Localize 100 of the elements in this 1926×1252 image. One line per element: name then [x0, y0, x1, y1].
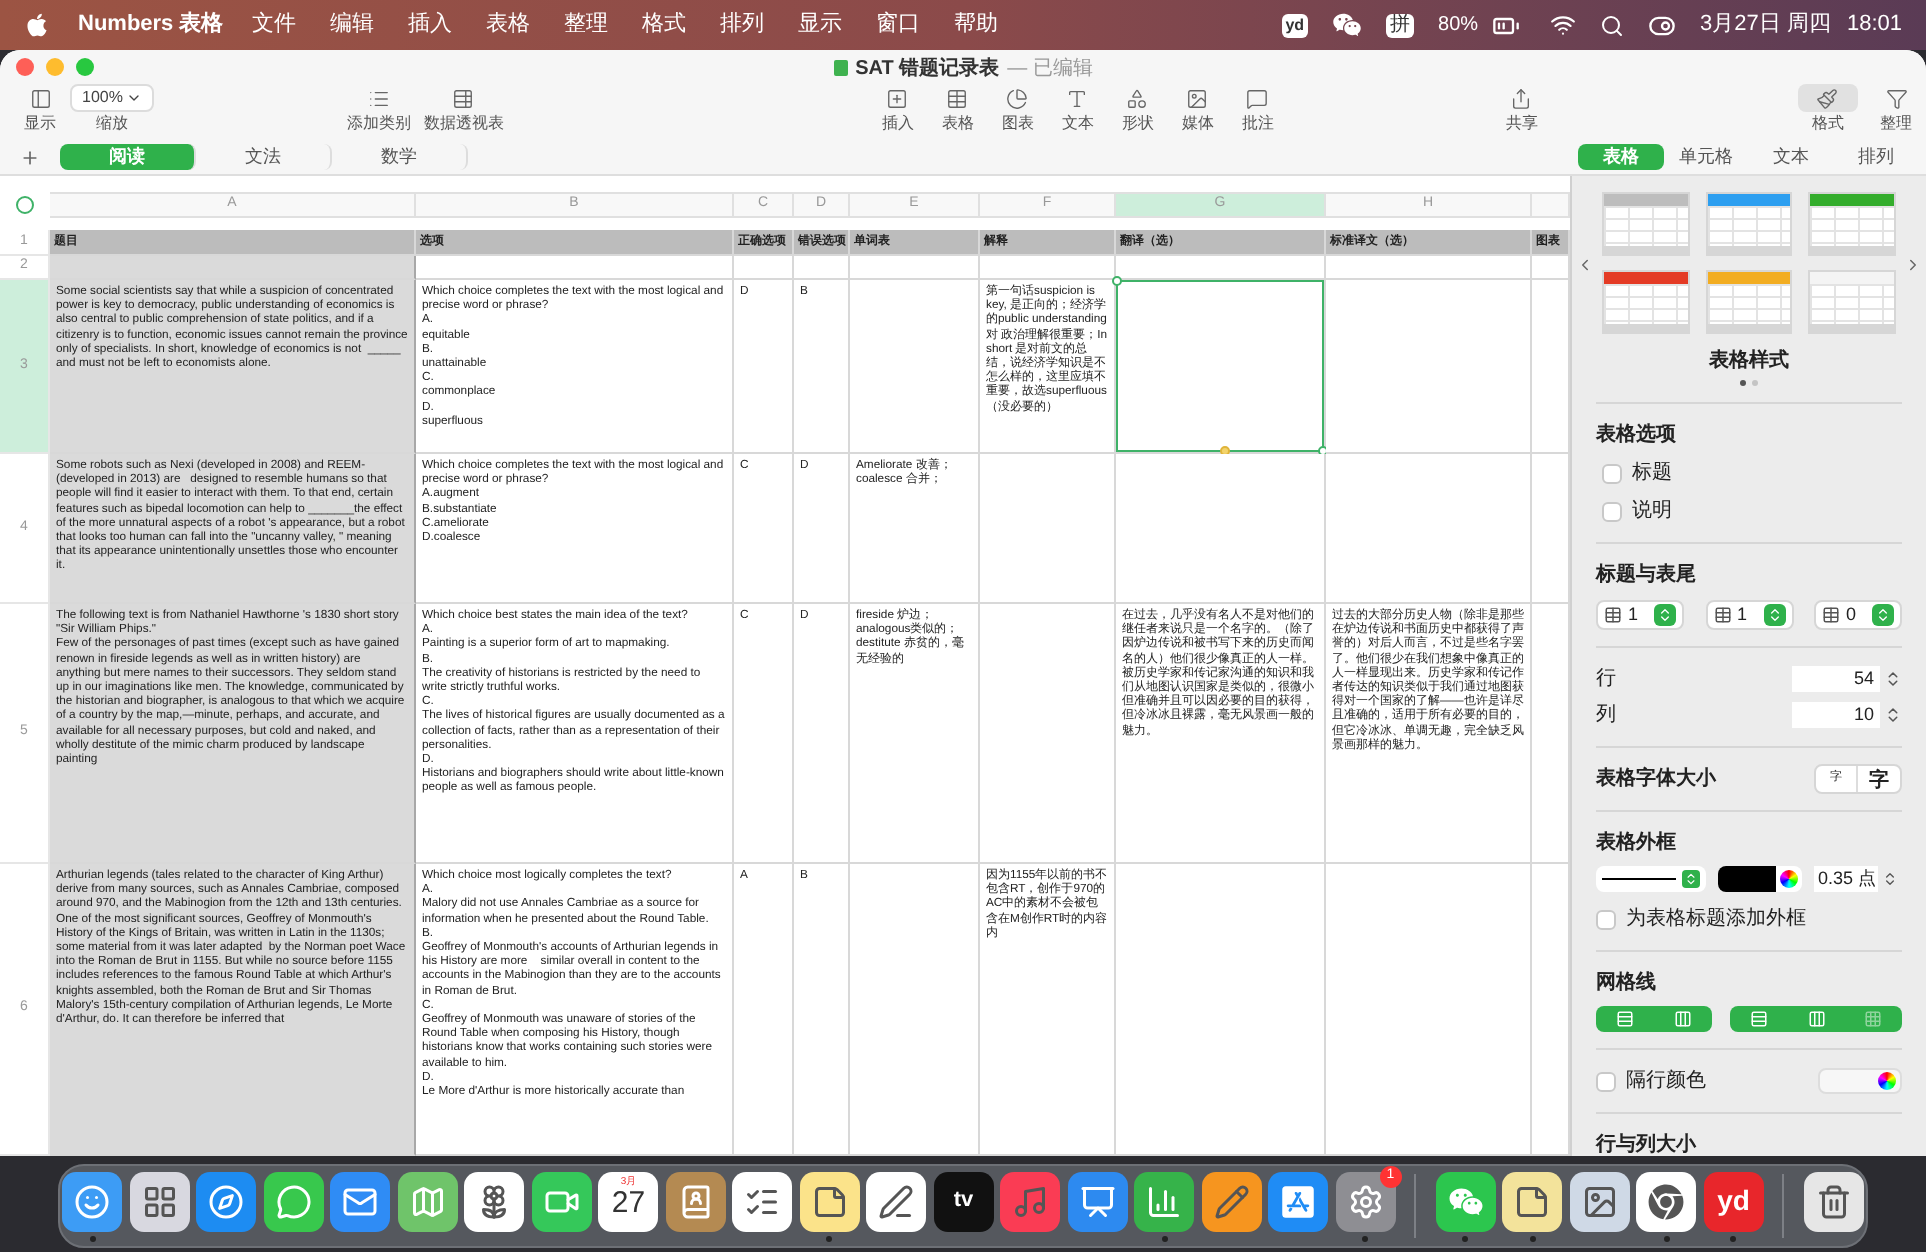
sheet-tab[interactable]: 数学 [332, 144, 468, 170]
table-style-thumbnail[interactable] [1705, 192, 1793, 256]
table-cell[interactable] [1116, 864, 1326, 1156]
color-well[interactable] [1718, 866, 1802, 892]
table-cell[interactable] [850, 256, 980, 280]
menu-item[interactable]: 表格 [485, 8, 530, 42]
sheet-tab[interactable]: 文法 [196, 144, 332, 170]
pen-icon[interactable] [866, 1171, 927, 1231]
table-cell[interactable] [734, 256, 794, 280]
checkbox[interactable] [1602, 463, 1622, 483]
table-style-thumbnail[interactable] [1808, 192, 1896, 256]
search-icon[interactable] [1600, 13, 1625, 37]
table-cell[interactable] [850, 280, 980, 454]
chat-bubbles-icon[interactable] [1332, 10, 1363, 40]
trash-icon[interactable] [1803, 1171, 1864, 1231]
stepper-icon[interactable] [1882, 868, 1898, 890]
menu-item[interactable]: 插入 [407, 8, 452, 42]
bar-chart-icon[interactable] [1134, 1171, 1195, 1231]
stepper-icon[interactable] [1884, 704, 1902, 726]
table-cell[interactable] [794, 256, 850, 280]
gear-icon[interactable] [1335, 1171, 1396, 1231]
toggle-icon[interactable] [1648, 11, 1677, 39]
apple-logo-icon[interactable] [24, 12, 50, 38]
increase-font-button[interactable]: 字 [1858, 766, 1900, 792]
tv-app-tile[interactable]: tv [933, 1171, 994, 1231]
table-cell[interactable] [50, 256, 416, 280]
table-cell[interactable] [1116, 454, 1326, 604]
stepper-icon[interactable] [1884, 668, 1902, 690]
dictionary-app-tile[interactable]: yd [1703, 1171, 1764, 1231]
select-all-icon[interactable] [16, 195, 34, 214]
line-style-select[interactable] [1596, 866, 1706, 892]
header-columns-stepper[interactable]: 1 [1705, 600, 1793, 630]
table-cell[interactable] [980, 256, 1116, 280]
table-cell[interactable] [1532, 454, 1570, 604]
letter-a-icon[interactable] [1268, 1171, 1329, 1231]
next-icon[interactable] [1904, 256, 1922, 274]
flower-icon[interactable] [464, 1171, 525, 1231]
sticky-note-icon[interactable] [1502, 1171, 1563, 1231]
notepad-icon[interactable] [799, 1171, 860, 1231]
gridline-toggle[interactable] [1844, 1006, 1903, 1032]
gridline-toggle[interactable] [1596, 1006, 1654, 1032]
table-cell[interactable] [1326, 454, 1532, 604]
add-sheet-icon[interactable] [20, 147, 40, 167]
browser-icon[interactable] [1636, 1171, 1697, 1231]
table-cell[interactable] [980, 604, 1116, 864]
previous-icon[interactable] [1576, 256, 1594, 274]
menu-item[interactable]: 排列 [719, 8, 764, 42]
table-cell[interactable] [1532, 604, 1570, 864]
inspector-tab[interactable]: 文本 [1748, 144, 1833, 170]
number-field[interactable]: 0.35 点 [1814, 866, 1878, 892]
color-well[interactable] [1818, 1068, 1902, 1094]
menu-item[interactable]: 帮助 [953, 8, 998, 42]
menu-item[interactable]: 格式 [641, 8, 686, 42]
toolbar-button[interactable] [1797, 84, 1858, 112]
table-cell[interactable] [1116, 256, 1326, 280]
menu-item[interactable]: Numbers 表格 [78, 8, 224, 42]
menu-item[interactable]: 显示 [797, 8, 842, 42]
table-style-thumbnail[interactable] [1705, 270, 1793, 334]
stepper-arrows-icon[interactable] [1654, 604, 1676, 626]
table-cell[interactable] [416, 256, 734, 280]
menu-item[interactable]: 文件 [251, 8, 296, 42]
gridline-toggle[interactable] [1654, 1006, 1712, 1032]
table-cell[interactable] [980, 454, 1116, 604]
number-field[interactable]: 10 [1792, 702, 1880, 728]
lectern-icon[interactable] [1067, 1171, 1128, 1231]
chat-bubbles-icon[interactable] [1435, 1171, 1496, 1231]
gridline-toggle[interactable] [1730, 1006, 1788, 1032]
table-cell[interactable] [1326, 864, 1532, 1156]
input-method-indicator[interactable]: 拼 [1386, 13, 1415, 37]
menu-item[interactable]: 窗口 [875, 8, 920, 42]
inspector-tab[interactable]: 单元格 [1663, 144, 1748, 170]
table-cell[interactable] [850, 864, 980, 1156]
video-camera-icon[interactable] [531, 1171, 592, 1231]
stepper-arrows-icon[interactable] [1872, 604, 1894, 626]
address-book-icon[interactable] [665, 1171, 726, 1231]
table-style-thumbnail[interactable] [1602, 270, 1690, 334]
compass-icon[interactable] [196, 1171, 257, 1231]
speech-bubble-icon[interactable] [263, 1171, 324, 1231]
table-cell[interactable] [1326, 256, 1532, 280]
checkbox[interactable] [1602, 501, 1622, 521]
number-field[interactable]: 54 [1792, 666, 1880, 692]
face-icon[interactable] [62, 1171, 123, 1231]
photo-viewer-icon[interactable] [1569, 1171, 1630, 1231]
map-icon[interactable] [397, 1171, 458, 1231]
zoom-icon[interactable] [76, 58, 94, 76]
checkbox[interactable] [1596, 1071, 1616, 1091]
checkbox[interactable] [1596, 909, 1616, 929]
envelope-icon[interactable] [330, 1171, 391, 1231]
app-grid-icon[interactable] [129, 1171, 190, 1231]
menu-item[interactable]: 编辑 [329, 8, 374, 42]
footer-rows-stepper[interactable]: 0 [1814, 600, 1902, 630]
close-icon[interactable] [16, 58, 34, 76]
table-cell[interactable] [1532, 864, 1570, 1156]
table-cell[interactable] [1532, 280, 1570, 454]
checklist-icon[interactable] [732, 1171, 793, 1231]
zoom-dropdown[interactable]: 100% [70, 84, 155, 112]
status-item[interactable]: yd [1281, 13, 1309, 37]
table-cell[interactable] [1326, 280, 1532, 454]
stepper-arrows-icon[interactable] [1763, 604, 1785, 626]
table-style-thumbnail[interactable] [1808, 270, 1896, 334]
